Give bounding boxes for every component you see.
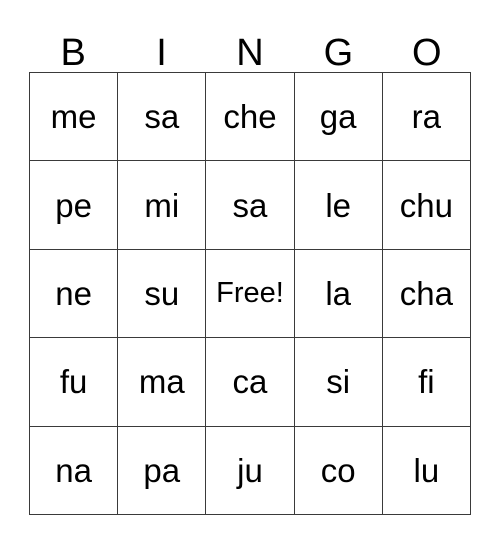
table-row: pe mi sa le chu (30, 161, 471, 250)
bingo-cell-g5[interactable]: co (294, 426, 383, 515)
bingo-cell-g3[interactable]: la (294, 249, 383, 339)
bingo-cell-o5[interactable]: lu (382, 426, 471, 515)
bingo-card: B I N G O me sa che ga ra pe mi sa le ch… (29, 14, 471, 515)
bingo-header-row: B I N G O (29, 14, 471, 72)
bingo-cell-i4[interactable]: ma (118, 338, 207, 427)
bingo-cell-n4[interactable]: ca (206, 338, 295, 427)
table-row: fu ma ca si fi (30, 338, 471, 427)
bingo-cell-i1[interactable]: sa (118, 73, 207, 162)
table-row: me sa che ga ra (30, 73, 471, 162)
bingo-header-letter-n: N (236, 32, 264, 74)
bingo-cell-n5[interactable]: ju (206, 426, 295, 515)
bingo-cell-g1[interactable]: ga (294, 73, 383, 162)
bingo-cell-o3[interactable]: cha (382, 249, 471, 339)
bingo-cell-b3[interactable]: ne (30, 249, 119, 339)
table-row: na pa ju co lu (30, 426, 471, 515)
bingo-header-letter-i: I (156, 32, 167, 74)
bingo-cell-i3[interactable]: su (118, 249, 207, 339)
bingo-cell-g2[interactable]: le (294, 161, 383, 250)
bingo-cell-b2[interactable]: pe (30, 161, 119, 250)
bingo-cell-i2[interactable]: mi (118, 161, 207, 250)
bingo-cell-b5[interactable]: na (30, 426, 119, 515)
bingo-cell-n2[interactable]: sa (206, 161, 295, 250)
bingo-cell-b4[interactable]: fu (30, 338, 119, 427)
bingo-cell-o2[interactable]: chu (382, 161, 471, 250)
bingo-cell-free-space[interactable]: Free! (206, 249, 295, 339)
bingo-cell-n1[interactable]: che (206, 73, 295, 162)
bingo-grid: me sa che ga ra pe mi sa le chu ne su Fr… (29, 72, 471, 515)
bingo-header-letter-b: B (60, 32, 86, 74)
bingo-cell-g4[interactable]: si (294, 338, 383, 427)
bingo-cell-b1[interactable]: me (30, 73, 119, 162)
table-row: ne su Free! la cha (30, 249, 471, 339)
bingo-cell-i5[interactable]: pa (118, 426, 207, 515)
bingo-header-letter-g: G (323, 32, 354, 74)
bingo-cell-o4[interactable]: fi (382, 338, 471, 427)
bingo-cell-o1[interactable]: ra (382, 73, 471, 162)
bingo-header-letter-o: O (411, 32, 442, 74)
